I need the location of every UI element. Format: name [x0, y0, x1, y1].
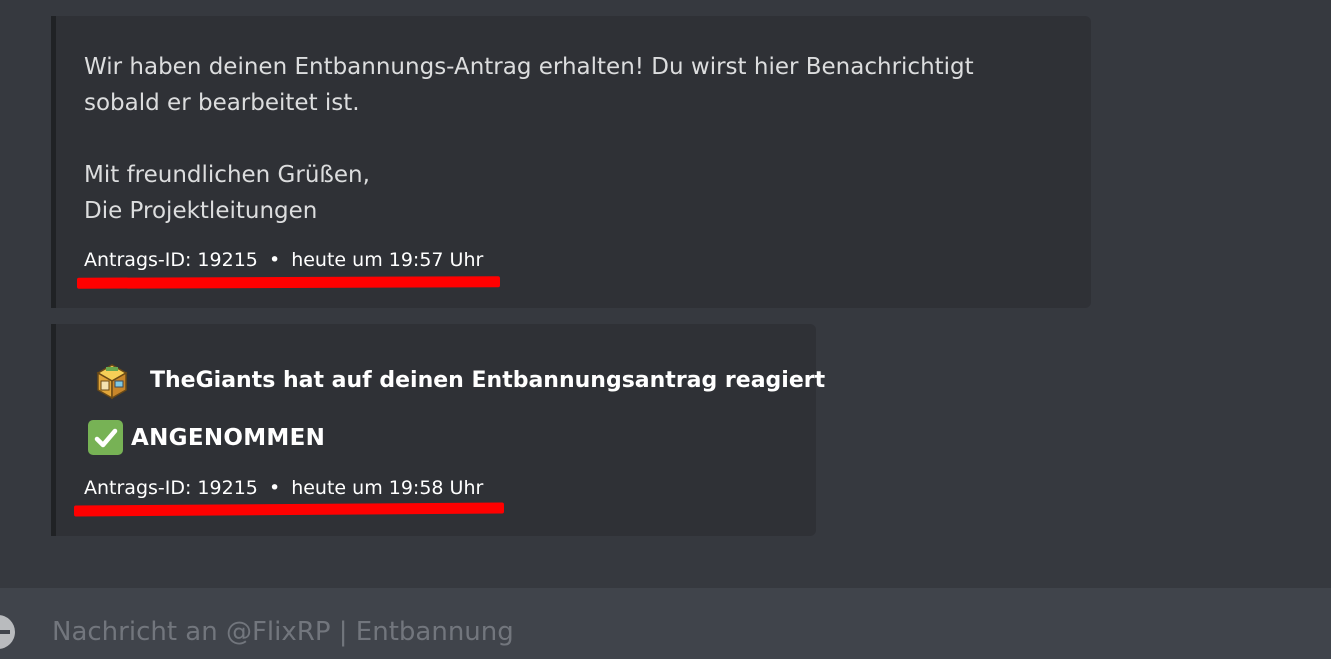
description-line: Wir haben deinen Entbannungs-Antrag erha… [84, 54, 974, 80]
shop-avatar-icon[interactable] [92, 360, 132, 400]
status-row: ANGENOMMEN [88, 420, 325, 455]
author-name[interactable]: TheGiants hat auf deinen Entbannungsantr… [150, 368, 825, 393]
message-input[interactable] [52, 612, 1252, 652]
embed-signature: Mit freundlichen Grüßen, Die Projektleit… [84, 157, 370, 229]
footer-separator: • [268, 477, 281, 499]
message-composer [0, 588, 1331, 659]
embed-footer: Antrags-ID: 19215 • heute um 19:58 Uhr [84, 476, 483, 500]
plus-circle-icon[interactable] [0, 615, 15, 649]
embed-request-accepted: TheGiants hat auf deinen Entbannungsantr… [51, 324, 825, 536]
signature-line: Die Projektleitungen [84, 198, 318, 224]
embed-description: Wir haben deinen Entbannungs-Antrag erha… [84, 49, 974, 121]
highlight-underline [76, 276, 501, 289]
signature-line: Mit freundlichen Grüßen, [84, 162, 370, 188]
footer-request-id: Antrags-ID: 19215 [84, 249, 258, 271]
footer-separator: • [268, 249, 281, 271]
footer-timestamp: heute um 19:57 Uhr [291, 249, 484, 271]
status-label: ANGENOMMEN [131, 424, 326, 451]
embed-request-received: Wir haben deinen Entbannungs-Antrag erha… [51, 16, 1091, 308]
description-line: sobald er bearbeitet ist. [84, 90, 360, 116]
chat-view: Wir haben deinen Entbannungs-Antrag erha… [0, 0, 1331, 659]
highlight-underline [73, 502, 505, 517]
footer-timestamp: heute um 19:58 Uhr [291, 477, 484, 499]
check-mark-icon [88, 420, 123, 455]
footer-request-id: Antrags-ID: 19215 [84, 477, 258, 499]
embed-footer: Antrags-ID: 19215 • heute um 19:57 Uhr [84, 248, 483, 272]
embed-author: TheGiants hat auf deinen Entbannungsantr… [92, 360, 825, 400]
